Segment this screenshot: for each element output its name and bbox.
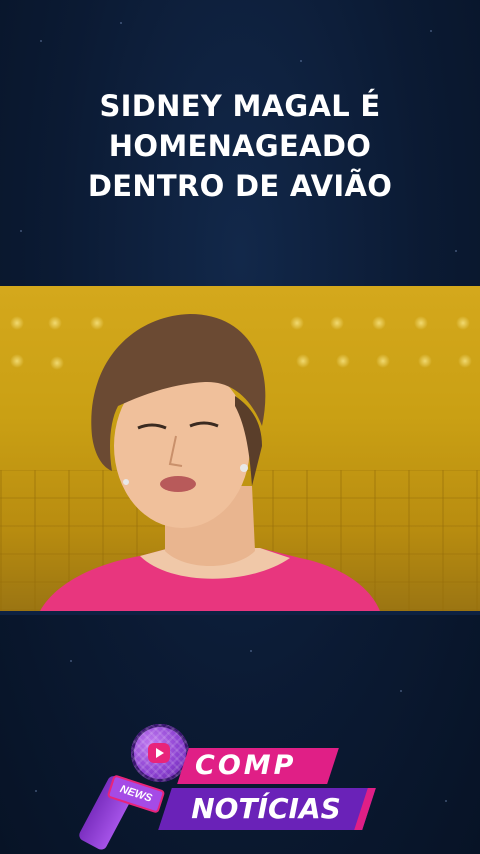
headline-line-2: HOMENAGEADO bbox=[108, 129, 372, 163]
video-bottom-edge bbox=[0, 611, 480, 615]
logo-word-comp: COMP bbox=[195, 750, 297, 781]
comp-noticias-logo: NEWS COMP NOTÍCIAS bbox=[77, 722, 376, 852]
logo-word-noticias: NOTÍCIAS bbox=[191, 792, 341, 825]
headline-line-1: SIDNEY MAGAL É bbox=[99, 89, 381, 123]
headline: SIDNEY MAGAL É HOMENAGEADO DENTRO DE AVI… bbox=[0, 86, 480, 206]
video-player[interactable] bbox=[0, 286, 480, 611]
news-anchor-figure bbox=[40, 314, 380, 611]
headline-line-3: DENTRO DE AVIÃO bbox=[87, 169, 393, 203]
play-icon bbox=[148, 743, 170, 763]
reel-screen: SIDNEY MAGAL É HOMENAGEADO DENTRO DE AVI… bbox=[0, 0, 480, 854]
